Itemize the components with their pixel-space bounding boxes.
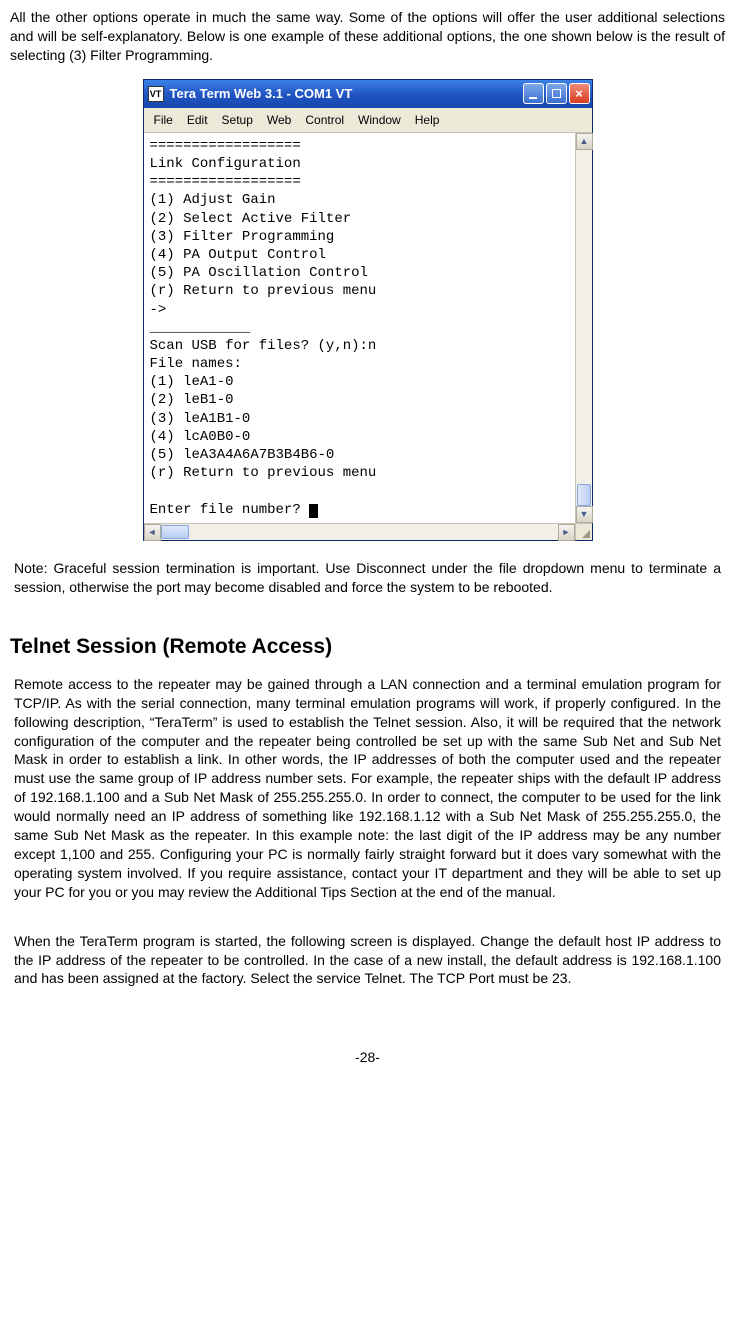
cursor-icon	[309, 504, 318, 518]
menu-edit[interactable]: Edit	[187, 112, 208, 128]
minimize-button[interactable]	[523, 83, 544, 104]
menu-web[interactable]: Web	[267, 112, 291, 128]
window-title: Tera Term Web 3.1 - COM1 VT	[170, 85, 523, 103]
horizontal-scroll-thumb[interactable]	[161, 525, 189, 539]
scroll-down-icon[interactable]: ▼	[576, 506, 593, 523]
menu-window[interactable]: Window	[358, 112, 401, 128]
maximize-button[interactable]	[546, 83, 567, 104]
note-paragraph: Note: Graceful session termination is im…	[14, 559, 721, 597]
screenshot-container: VT Tera Term Web 3.1 - COM1 VT × File Ed…	[10, 79, 725, 541]
page-number: -28-	[10, 1048, 725, 1067]
menu-control[interactable]: Control	[305, 112, 344, 128]
vertical-scrollbar[interactable]: ▲ ▼	[575, 133, 592, 523]
scroll-up-icon[interactable]: ▲	[576, 133, 593, 150]
menu-file[interactable]: File	[154, 112, 173, 128]
horizontal-scrollbar[interactable]: ◄ ►	[144, 523, 575, 540]
terminal-window: VT Tera Term Web 3.1 - COM1 VT × File Ed…	[143, 79, 593, 541]
intro-paragraph: All the other options operate in much th…	[10, 8, 725, 65]
terminal-output[interactable]: ================== Link Configuration ==…	[144, 133, 575, 523]
menu-setup[interactable]: Setup	[222, 112, 253, 128]
section-heading-telnet: Telnet Session (Remote Access)	[10, 633, 725, 661]
scroll-right-icon[interactable]: ►	[558, 524, 575, 541]
menubar: File Edit Setup Web Control Window Help	[144, 108, 592, 133]
close-button[interactable]: ×	[569, 83, 590, 104]
app-icon: VT	[148, 86, 164, 102]
window-titlebar: VT Tera Term Web 3.1 - COM1 VT ×	[144, 80, 592, 108]
window-buttons: ×	[523, 83, 590, 104]
resize-grip-icon[interactable]	[575, 523, 592, 540]
telnet-paragraph-2: When the TeraTerm program is started, th…	[14, 932, 721, 989]
telnet-paragraph-1: Remote access to the repeater may be gai…	[14, 675, 721, 902]
vertical-scroll-thumb[interactable]	[577, 484, 591, 506]
menu-help[interactable]: Help	[415, 112, 440, 128]
scroll-left-icon[interactable]: ◄	[144, 524, 161, 541]
